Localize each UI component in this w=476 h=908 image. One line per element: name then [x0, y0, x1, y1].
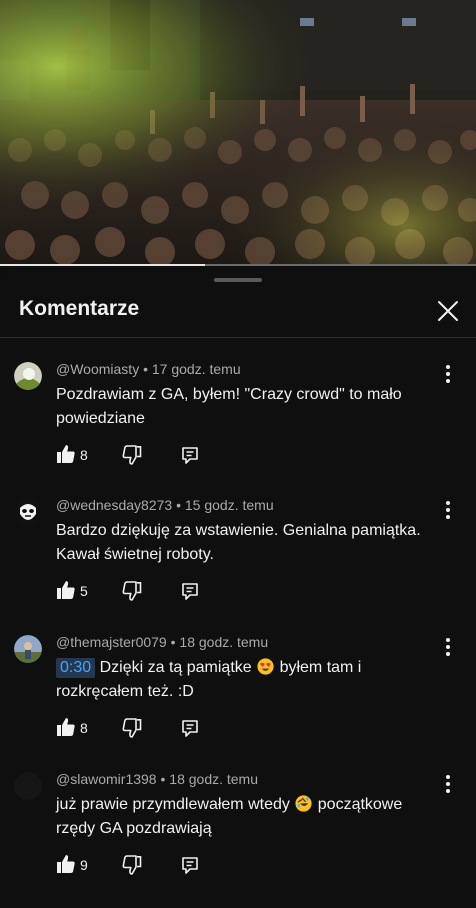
comment-actions: 8: [56, 444, 216, 468]
thumb-down-icon: [122, 581, 142, 601]
comment-time: 18 godz. temu: [169, 771, 259, 787]
comment-item: @slawomir1398 • 18 godz. temu już prawie…: [0, 771, 476, 908]
comment-text-part: już prawie przymdlewałem wtedy: [56, 796, 290, 813]
thumb-up-icon: [57, 855, 75, 873]
avatar[interactable]: [14, 362, 42, 390]
video-frame-concert-crowd: [0, 0, 476, 266]
avatar[interactable]: [14, 498, 42, 526]
thumb-up-icon: [57, 445, 75, 463]
like-button[interactable]: [56, 717, 76, 737]
comment-author[interactable]: @Woomiasty: [56, 361, 139, 377]
like-button[interactable]: [56, 854, 76, 874]
thumb-down-icon: [122, 445, 142, 465]
thumb-down-icon: [122, 855, 142, 875]
thumb-down-icon: [122, 718, 142, 738]
like-count: 5: [80, 583, 88, 599]
avatar-image: [14, 362, 42, 390]
reply-button[interactable]: [180, 445, 200, 465]
dislike-button[interactable]: [122, 718, 142, 738]
meta-separator: •: [143, 361, 148, 377]
reply-button[interactable]: [180, 855, 200, 875]
avatar-image: [14, 772, 42, 800]
dislike-button[interactable]: [122, 855, 142, 875]
comment-author[interactable]: @slawomir1398: [56, 771, 157, 787]
avatar[interactable]: [14, 772, 42, 800]
comment-time: 18 godz. temu: [179, 634, 269, 650]
close-icon: [438, 301, 458, 321]
reply-comment-icon: [182, 720, 198, 737]
more-vert-icon: [446, 501, 450, 519]
more-vert-icon: [446, 775, 450, 793]
more-vert-icon: [446, 638, 450, 656]
comment-meta: @wednesday8273 • 15 godz. temu: [56, 497, 274, 513]
more-vert-icon: [446, 365, 450, 383]
reply-button[interactable]: [180, 718, 200, 738]
comment-time: 17 godz. temu: [151, 361, 241, 377]
like-count: 9: [80, 857, 88, 873]
meta-separator: •: [170, 634, 176, 650]
comment-actions: 5: [56, 580, 216, 604]
comment-meta: @themajster0079 • 18 godz. temu: [56, 634, 268, 650]
header-divider: [0, 337, 476, 338]
more-options-button[interactable]: [438, 635, 458, 659]
like-count: 8: [80, 720, 88, 736]
dislike-button[interactable]: [122, 581, 142, 601]
reply-button[interactable]: [180, 581, 200, 601]
comment-meta: @slawomir1398 • 18 godz. temu: [56, 771, 258, 787]
video-player[interactable]: [0, 0, 476, 266]
comment-item: @Woomiasty • 17 godz. temu Pozdrawiam z …: [0, 361, 476, 498]
like-button[interactable]: [56, 580, 76, 600]
reply-comment-icon: [182, 583, 198, 600]
comment-time: 15 godz. temu: [184, 497, 274, 513]
drag-handle[interactable]: [214, 278, 262, 282]
timestamp-link[interactable]: 0:30: [56, 658, 96, 678]
comment-text-part: Dzięki za tą pamiątke: [99, 659, 252, 676]
comment-author[interactable]: @themajster0079: [56, 634, 167, 650]
like-count: 8: [80, 447, 88, 463]
thumb-up-icon: [57, 718, 75, 736]
like-button[interactable]: [56, 444, 76, 464]
more-options-button[interactable]: [438, 498, 458, 522]
reply-comment-icon: [182, 857, 198, 874]
avatar-image: [14, 498, 42, 526]
meta-separator: •: [176, 497, 181, 513]
comment-item: @wednesday8273 • 15 godz. temu Bardzo dz…: [0, 497, 476, 634]
comment-text: 0:30 Dzięki za tą pamiątke byłem tam i r…: [56, 656, 426, 704]
more-options-button[interactable]: [438, 362, 458, 386]
comment-text: już prawie przymdlewałem wtedy początkow…: [56, 793, 426, 841]
comment-meta: @Woomiasty • 17 godz. temu: [56, 361, 241, 377]
close-button[interactable]: [432, 295, 464, 327]
reply-comment-icon: [182, 447, 198, 464]
comment-text: Pozdrawiam z GA, byłem! "Crazy crowd" to…: [56, 386, 402, 427]
avatar-image: [14, 635, 42, 663]
video-progress-bar[interactable]: [0, 264, 476, 266]
sheet-title: Komentarze: [19, 297, 140, 320]
avatar[interactable]: [14, 635, 42, 663]
video-progress-fill: [0, 264, 205, 266]
dislike-button[interactable]: [122, 445, 142, 465]
comments-sheet: Komentarze @Woomiasty • 17 godz. temu Po…: [0, 267, 476, 900]
comment-actions: 9: [56, 854, 216, 878]
heart-eyes-emoji-icon: [257, 658, 274, 675]
comment-author[interactable]: @wednesday8273: [56, 497, 172, 513]
comment-actions: 8: [56, 717, 216, 741]
comment-text: Bardzo dziękuję za wstawienie. Genialna …: [56, 522, 421, 563]
thumb-up-icon: [57, 581, 75, 599]
meta-separator: •: [160, 771, 166, 787]
rofl-emoji-icon: [295, 795, 312, 812]
comment-item: @themajster0079 • 18 godz. temu 0:30 Dzi…: [0, 634, 476, 771]
more-options-button[interactable]: [438, 772, 458, 796]
